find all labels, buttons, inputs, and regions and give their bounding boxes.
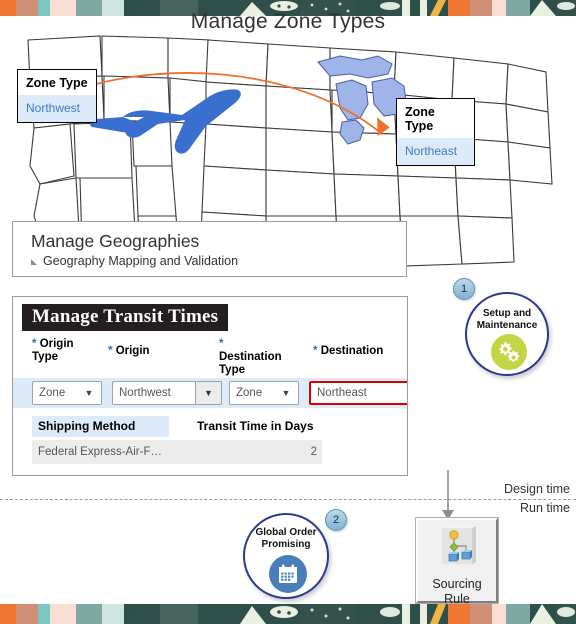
sourcing-rule-label-line1: Sourcing — [432, 577, 482, 591]
origin-type-value: Zone — [39, 387, 66, 399]
global-order-promising-circle: Global Order Promising — [243, 513, 329, 599]
sourcing-rule-tree-icon — [436, 526, 478, 575]
setup-and-maintenance-circle: Setup and Maintenance — [465, 292, 549, 376]
destination-type-select[interactable]: Zone ▼ — [229, 381, 299, 405]
required-marker: * — [32, 338, 37, 350]
origin-zone-callout-header: Zone Type — [18, 70, 96, 95]
origin-type-label-text: Origin Type — [32, 338, 74, 363]
destination-zone-callout-value: Northeast — [397, 138, 474, 165]
run-time-label: Run time — [519, 501, 570, 515]
design-time-label: Design time — [504, 482, 570, 496]
setup-and-maintenance-step: Setup and Maintenance 1 — [453, 278, 549, 376]
cell-shipping-method: Federal Express-Air-F… — [38, 446, 162, 458]
transit-times-table-header: Shipping Method Transit Time in Days — [13, 416, 407, 437]
origin-label-text: Origin — [115, 345, 150, 357]
destination-type-label: * Destination Type — [219, 338, 282, 377]
origin-lov-button[interactable]: ▼ — [195, 381, 222, 405]
flow-arrow-down-art — [442, 470, 454, 520]
origin-input[interactable]: Northwest — [112, 381, 195, 405]
required-marker: * — [108, 345, 113, 357]
column-header-transit-time[interactable]: Transit Time in Days — [197, 416, 314, 437]
geography-mapping-label: Geography Mapping and Validation — [43, 254, 239, 268]
destination-zone-callout: Zone Type Northeast — [396, 98, 475, 166]
gears-icon-art — [499, 342, 520, 362]
table-row[interactable]: Federal Express-Air-F… 2 — [32, 440, 322, 464]
setup-label-line1: Setup and — [482, 308, 532, 319]
destination-input[interactable]: Northeast — [309, 381, 407, 405]
decorative-band-bottom-art — [0, 604, 576, 624]
calendar-icon — [269, 555, 307, 593]
destination-zone-callout-header: Zone Type — [397, 99, 474, 138]
destination-type-label-text: Destination Type — [219, 351, 282, 376]
transit-field-row: Zone ▼ Northwest ▼ Zone ▼ Northeast — [13, 378, 407, 408]
cell-transit-time-days: 2 — [310, 446, 317, 458]
global-order-promising-label: Global Order Promising — [245, 527, 327, 551]
manage-transit-times-title: Manage Transit Times — [22, 304, 229, 331]
transit-times-table: Shipping Method Transit Time in Days Fed… — [13, 416, 407, 464]
step-number-badge-1: 1 — [453, 278, 475, 300]
origin-value: Northwest — [119, 387, 171, 399]
transit-field-labels: * Origin Type * Origin * Destination Typ… — [13, 336, 407, 376]
destination-type-value: Zone — [236, 387, 263, 399]
step-number-badge-2: 2 — [325, 509, 347, 531]
setup-label-line2: Maintenance — [476, 320, 538, 331]
triangle-collapse-icon[interactable] — [31, 259, 37, 265]
destination-label-text: Destination — [320, 345, 384, 357]
origin-type-select[interactable]: Zone ▼ — [32, 381, 102, 405]
manage-transit-times-panel: Manage Transit Times * Origin Type * Ori… — [12, 296, 408, 476]
gop-label-line1: Global Order — [255, 527, 317, 538]
origin-zone-callout: Zone Type Northwest — [17, 69, 97, 123]
sourcing-rule-button[interactable]: Sourcing Rule — [416, 518, 498, 606]
column-header-shipping-method[interactable]: Shipping Method — [32, 416, 169, 437]
required-marker: * — [219, 338, 224, 350]
screenshot-root: Manage Zone Types Zone Type Northwest Zo… — [0, 0, 576, 624]
chevron-down-icon[interactable]: ▼ — [278, 388, 298, 398]
design-run-time-divider — [0, 499, 576, 500]
origin-type-label: * Origin Type — [32, 338, 84, 364]
origin-zone-callout-value: Northwest — [18, 95, 96, 122]
destination-value: Northeast — [317, 387, 367, 399]
manage-geographies-panel: Manage Geographies Geography Mapping and… — [12, 221, 407, 277]
sourcing-rule-tree-icon-art — [442, 526, 476, 564]
destination-label: * Destination — [313, 345, 383, 358]
origin-label: * Origin — [108, 345, 150, 358]
global-order-promising-step: Global Order Promising 2 — [243, 509, 347, 599]
chevron-down-icon: ▼ — [204, 388, 213, 398]
gop-label-line2: Promising — [261, 539, 311, 550]
decorative-band-bottom — [0, 604, 576, 624]
chevron-down-icon[interactable]: ▼ — [81, 388, 101, 398]
setup-and-maintenance-label: Setup and Maintenance — [467, 308, 547, 332]
page-title: Manage Zone Types — [190, 10, 386, 33]
sourcing-rule-label: Sourcing Rule — [432, 577, 481, 607]
manage-geographies-title: Manage Geographies — [31, 231, 200, 251]
geography-mapping-row[interactable]: Geography Mapping and Validation — [31, 254, 406, 268]
calendar-icon-art — [279, 564, 297, 583]
required-marker: * — [313, 345, 318, 357]
gears-icon — [491, 334, 527, 370]
